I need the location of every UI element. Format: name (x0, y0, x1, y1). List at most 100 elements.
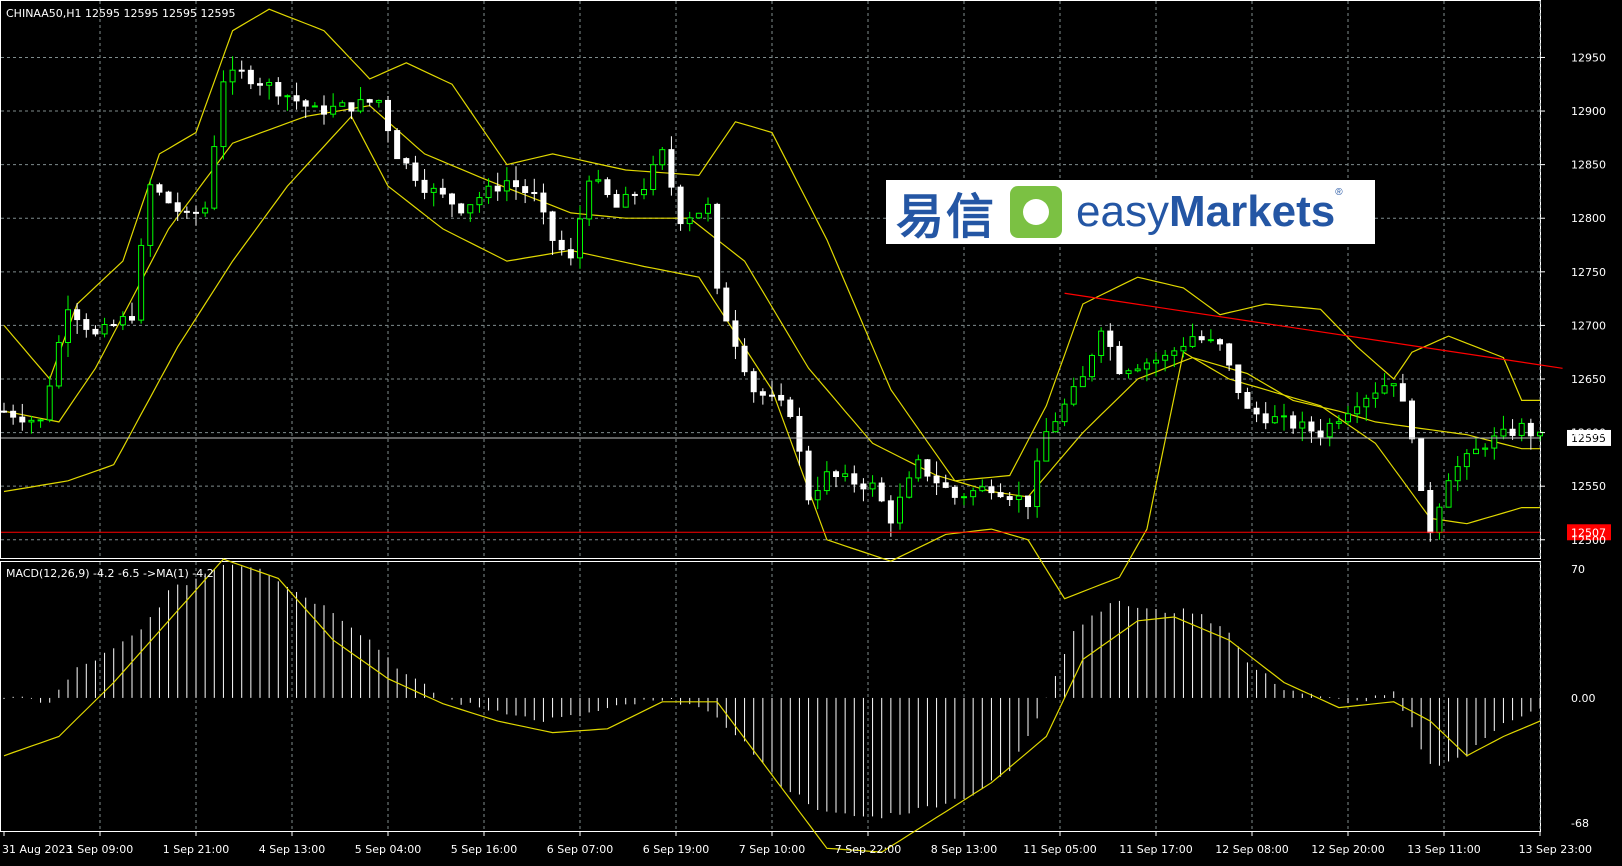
time-tick-label: 12 Sep 08:00 (1215, 843, 1288, 856)
bear-candle-body (129, 316, 135, 321)
macd-info: MACD(12,26,9) -4.2 -6.5 ->MA(1) -4.2 (6, 567, 214, 580)
bull-candle-body (1171, 350, 1178, 356)
price-tick-label: 12950 (1571, 51, 1606, 64)
bear-candle-body (513, 180, 519, 188)
bear-candle-body (1262, 413, 1269, 424)
logo-reg: ® (1335, 187, 1343, 198)
bull-candle-body (915, 459, 922, 479)
bear-candle-body (449, 193, 455, 205)
bull-candle-body (1079, 376, 1086, 388)
bull-candle-body (1326, 422, 1333, 438)
price-tick-label: 12650 (1571, 373, 1606, 386)
bull-candle-body (686, 217, 693, 225)
bear-candle-body (494, 185, 501, 192)
bear-candle-body (942, 482, 949, 488)
bull-candle-body (1180, 345, 1187, 352)
bull-candle-body (1089, 354, 1095, 378)
time-tick-label: 6 Sep 19:00 (643, 843, 709, 856)
bear-candle-body (878, 482, 885, 502)
bull-candle-body (577, 218, 583, 259)
time-tick-label: 1 Sep 09:00 (67, 843, 133, 856)
bear-candle-body (1427, 489, 1434, 534)
bear-candle-body (257, 83, 263, 86)
bear-candle-body (997, 492, 1004, 498)
bull-candle-body (695, 212, 702, 219)
bull-candle-body (1271, 416, 1278, 424)
bear-candle-body (348, 102, 355, 112)
time-tick-label: 8 Sep 13:00 (931, 843, 997, 856)
bull-candle-body (330, 105, 337, 115)
bull-candle-body (814, 490, 821, 501)
bear-candle-body (631, 193, 638, 196)
bear-candle-body (604, 179, 611, 196)
bear-candle-body (531, 192, 538, 195)
bull-candle-body (842, 473, 849, 478)
bull-candle-body (119, 316, 126, 326)
bear-candle-body (714, 203, 721, 289)
bear-candle-body (787, 399, 794, 417)
bull-candle-body (1281, 415, 1287, 418)
bear-candle-body (193, 211, 199, 214)
bull-candle-body (266, 82, 273, 86)
bull-candle-body (869, 482, 876, 490)
bear-candle-body (174, 202, 181, 212)
bear-candle-body (19, 416, 26, 423)
bear-candle-body (558, 239, 565, 251)
bull-candle-body (1335, 421, 1342, 424)
bull-candle-body (1153, 359, 1159, 364)
bear-candle-body (1116, 345, 1123, 375)
bear-candle-body (10, 410, 17, 418)
price-tick-label: 12800 (1571, 212, 1606, 225)
bear-candle-body (1244, 392, 1251, 409)
bear-candle-body (385, 99, 391, 132)
bull-candle-body (503, 180, 510, 192)
bull-candle-body (1143, 362, 1150, 370)
bull-candle-body (202, 207, 209, 214)
bear-candle-body (796, 415, 803, 452)
logo-chinese-text: 易信 (896, 189, 997, 245)
bull-candle-body (1052, 421, 1059, 433)
bull-candle-body (375, 99, 382, 103)
chart-window: 12595 12507 12500 12550 12600 12650 12700 1275… (0, 0, 1622, 862)
bull-candle-body (1134, 368, 1141, 372)
bull-candle-body (1043, 431, 1050, 462)
time-tick-label: 11 Sep 17:00 (1119, 843, 1192, 856)
bull-candle-body (659, 149, 666, 166)
bull-candle-body (641, 189, 647, 196)
bear-candle-body (394, 130, 401, 160)
bear-candle-body (613, 194, 620, 208)
bull-candle-body (476, 197, 483, 206)
bear-candle-body (165, 191, 172, 204)
logo-mark-icon (1010, 186, 1063, 238)
bear-candle-body (924, 459, 931, 477)
bear-candle-body (833, 471, 839, 478)
bear-candle-body (668, 149, 675, 188)
time-tick-label: 12 Sep 20:00 (1311, 843, 1384, 856)
bull-candle-body (1189, 336, 1196, 347)
bull-candle-body (1372, 392, 1379, 399)
bear-candle-body (92, 328, 99, 335)
time-tick-label: 7 Sep 10:00 (739, 843, 805, 856)
bear-candle-body (1107, 330, 1114, 347)
price-tick-label: 12700 (1571, 319, 1606, 332)
bear-candle-body (723, 287, 730, 322)
bear-candle-body (741, 345, 748, 373)
bear-candle-body (439, 187, 446, 195)
bear-candle-body (83, 319, 90, 330)
time-tick-label: 5 Sep 16:00 (451, 843, 517, 856)
bear-candle-body (1509, 428, 1516, 436)
bear-candle-body (1226, 343, 1233, 366)
bull-candle-body (1473, 448, 1479, 455)
time-tick-label: 11 Sep 05:00 (1023, 843, 1096, 856)
bull-candle-body (467, 204, 474, 214)
bull-candle-body (147, 184, 154, 246)
bull-candle-body (339, 102, 346, 107)
chart-svg[interactable]: 1259512507 12500125501260012650127001275… (0, 0, 1622, 862)
bull-candle-body (823, 471, 830, 492)
bear-candle-body (1217, 339, 1223, 345)
bull-candle-body (1482, 447, 1489, 450)
bull-candle-body (622, 193, 629, 208)
bull-candle-body (37, 419, 44, 422)
bear-candle-body (549, 211, 556, 241)
bear-candle-body (851, 473, 858, 485)
